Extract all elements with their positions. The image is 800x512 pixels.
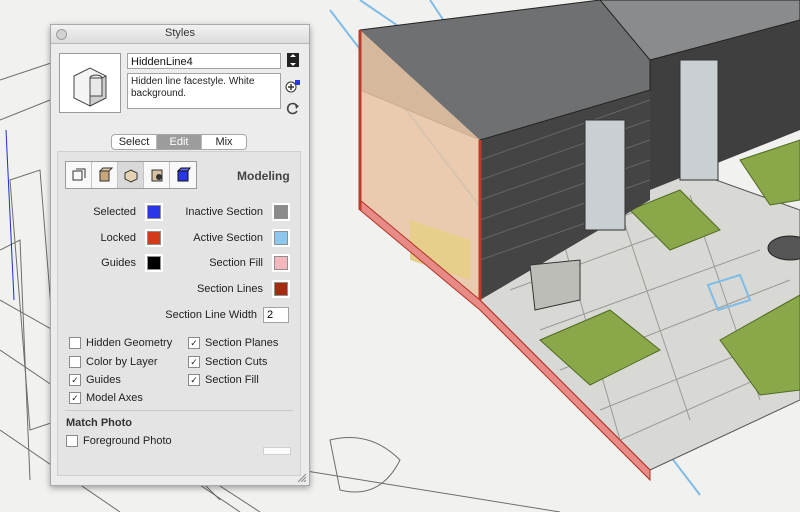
section-planes-label: Section Planes [205, 337, 279, 349]
panel-title: Styles [165, 27, 195, 39]
foreground-photo-opacity-slider[interactable] [263, 447, 291, 455]
foreground-photo-label: Foreground Photo [83, 435, 172, 447]
active-section-color-swatch[interactable] [272, 229, 290, 247]
update-style-icon[interactable] [285, 101, 301, 115]
guides-checkbox-box[interactable]: ✓ [69, 374, 81, 386]
model-axes-label: Model Axes [86, 392, 143, 404]
style-preview-icon [73, 67, 107, 107]
section-fill-color-label: Section Fill [209, 257, 263, 269]
selected-label: Selected [93, 206, 136, 218]
section-fill-checkbox-box[interactable]: ✓ [188, 374, 200, 386]
section-line-width-label: Section Line Width [165, 309, 257, 321]
face-settings-icon[interactable] [92, 162, 118, 188]
modeling-settings-icon[interactable] [170, 162, 196, 188]
style-thumbnail [59, 53, 121, 113]
inactive-section-label: Inactive Section [185, 206, 263, 218]
hidden-geometry-checkbox[interactable]: Hidden Geometry [69, 337, 172, 349]
section-fill-checkbox[interactable]: ✓ Section Fill [188, 374, 259, 386]
foreground-photo-checkbox[interactable]: Foreground Photo [66, 435, 172, 447]
section-planes-checkbox[interactable]: ✓ Section Planes [188, 337, 278, 349]
section-fill-color-swatch[interactable] [272, 254, 290, 272]
section-lines-color-swatch[interactable] [272, 280, 290, 298]
resize-grip-icon[interactable] [296, 472, 306, 482]
create-style-icon[interactable] [285, 79, 301, 93]
selected-color-swatch[interactable] [145, 203, 163, 221]
details-menu-icon[interactable] [285, 53, 301, 67]
foreground-photo-checkbox-box[interactable] [66, 435, 78, 447]
locked-color-swatch[interactable] [145, 229, 163, 247]
section-line-width-input[interactable]: 2 [263, 307, 289, 323]
color-by-layer-checkbox[interactable]: Color by Layer [69, 356, 158, 368]
background-settings-icon[interactable] [118, 162, 144, 188]
divider [65, 410, 293, 411]
style-tabs: Select Edit Mix [111, 134, 247, 150]
watermark-settings-icon[interactable] [144, 162, 170, 188]
section-fill-checkbox-label: Section Fill [205, 374, 259, 386]
hidden-geometry-label: Hidden Geometry [86, 337, 173, 349]
guides-color-label: Guides [101, 257, 136, 269]
tab-mix[interactable]: Mix [201, 135, 246, 149]
color-by-layer-label: Color by Layer [86, 356, 158, 368]
hidden-geometry-checkbox-box[interactable] [69, 337, 81, 349]
section-cuts-checkbox-box[interactable]: ✓ [188, 356, 200, 368]
style-name-field[interactable]: HiddenLine4 [127, 53, 281, 69]
section-cuts-checkbox[interactable]: ✓ Section Cuts [188, 356, 267, 368]
styles-panel: Styles HiddenLine4 Hidden line facestyle… [50, 24, 310, 486]
model-axes-checkbox-box[interactable]: ✓ [69, 392, 81, 404]
tab-select[interactable]: Select [112, 135, 156, 149]
edge-settings-icon[interactable] [66, 162, 92, 188]
active-section-label: Active Section [193, 232, 263, 244]
style-description-field[interactable]: Hidden line facestyle. White background. [127, 73, 281, 109]
color-by-layer-checkbox-box[interactable] [69, 356, 81, 368]
section-cuts-label: Section Cuts [205, 356, 268, 368]
door-1 [584, 119, 626, 231]
guides-color-swatch[interactable] [145, 254, 163, 272]
guides-checkbox[interactable]: ✓ Guides [69, 374, 121, 386]
model-axes-checkbox[interactable]: ✓ Model Axes [69, 392, 143, 404]
door-2 [679, 59, 719, 181]
edit-category-icons [65, 161, 197, 189]
inactive-section-color-swatch[interactable] [272, 203, 290, 221]
section-planes-checkbox-box[interactable]: ✓ [188, 337, 200, 349]
section-title: Modeling [237, 169, 290, 183]
tab-edit[interactable]: Edit [156, 135, 201, 149]
guides-checkbox-label: Guides [86, 374, 121, 386]
match-photo-title: Match Photo [66, 417, 132, 429]
section-lines-label: Section Lines [196, 283, 263, 295]
locked-label: Locked [100, 232, 136, 244]
panel-titlebar[interactable]: Styles [51, 25, 309, 44]
